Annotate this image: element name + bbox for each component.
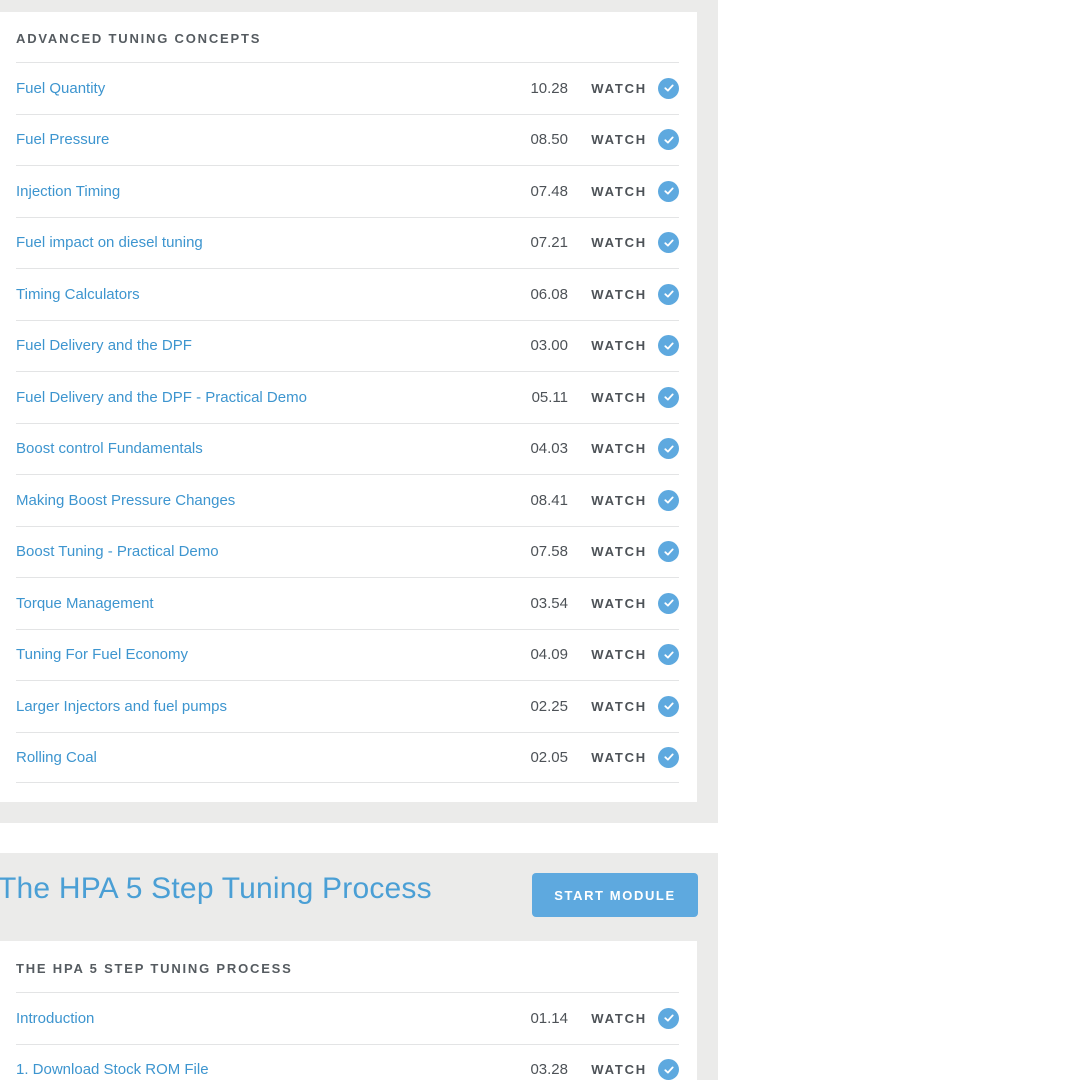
lesson-title-link[interactable]: Making Boost Pressure Changes bbox=[16, 492, 235, 509]
check-circle-icon bbox=[658, 1007, 679, 1029]
watch-link[interactable]: WATCH bbox=[591, 390, 647, 405]
lesson-duration: 04.09 bbox=[530, 646, 568, 664]
check-circle-icon bbox=[658, 77, 679, 99]
lesson-duration: 07.58 bbox=[530, 543, 568, 561]
lesson-title-link[interactable]: Tuning For Fuel Economy bbox=[16, 646, 188, 663]
lesson-title-link[interactable]: Introduction bbox=[16, 1010, 94, 1027]
check-circle-icon bbox=[658, 180, 679, 202]
module-title: The HPA 5 Step Tuning Process bbox=[0, 872, 432, 905]
lesson-title-link[interactable]: Timing Calculators bbox=[16, 286, 140, 303]
watch-link[interactable]: WATCH bbox=[591, 184, 647, 199]
check-circle-icon bbox=[658, 746, 679, 768]
lesson-row: Fuel Quantity 10.28 WATCH bbox=[16, 62, 679, 114]
watch-link[interactable]: WATCH bbox=[591, 441, 647, 456]
watch-link[interactable]: WATCH bbox=[591, 132, 647, 147]
lesson-title-link[interactable]: Boost Tuning - Practical Demo bbox=[16, 543, 219, 560]
lesson-row: Rolling Coal 02.05 WATCH bbox=[16, 731, 679, 783]
lesson-title-link[interactable]: Larger Injectors and fuel pumps bbox=[16, 698, 227, 715]
lesson-duration: 03.00 bbox=[530, 337, 568, 355]
lesson-row: Boost control Fundamentals 04.03 WATCH bbox=[16, 422, 679, 475]
check-circle-icon bbox=[658, 644, 679, 666]
lesson-duration: 08.41 bbox=[530, 491, 568, 509]
lesson-row: Introduction 01.14 WATCH bbox=[16, 992, 679, 1044]
watch-link[interactable]: WATCH bbox=[591, 596, 647, 611]
watch-link[interactable]: WATCH bbox=[591, 699, 647, 714]
lesson-list-advanced: Fuel Quantity 10.28 WATCH Fuel Pressure 08.5… bbox=[16, 62, 679, 783]
lesson-title-link[interactable]: Fuel Delivery and the DPF bbox=[16, 337, 192, 354]
watch-link[interactable]: WATCH bbox=[591, 287, 647, 302]
check-circle-icon bbox=[658, 232, 679, 254]
lesson-duration: 02.25 bbox=[530, 697, 568, 715]
lesson-row: 1. Download Stock ROM File 03.28 WATCH bbox=[16, 1043, 679, 1080]
lesson-title-link[interactable]: Rolling Coal bbox=[16, 749, 97, 766]
lesson-title-link[interactable]: 1. Download Stock ROM File bbox=[16, 1061, 209, 1078]
lesson-row: Torque Management 03.54 WATCH bbox=[16, 577, 679, 629]
watch-link[interactable]: WATCH bbox=[591, 647, 647, 662]
check-circle-icon bbox=[658, 1059, 679, 1080]
lesson-duration: 06.08 bbox=[530, 285, 568, 303]
check-circle-icon bbox=[658, 695, 679, 717]
check-circle-icon bbox=[658, 438, 679, 460]
check-circle-icon bbox=[658, 129, 679, 151]
lesson-title-link[interactable]: Torque Management bbox=[16, 595, 154, 612]
watch-link[interactable]: WATCH bbox=[591, 81, 647, 96]
lesson-row: Timing Calculators 06.08 WATCH bbox=[16, 268, 679, 320]
watch-link[interactable]: WATCH bbox=[591, 750, 647, 765]
start-module-button[interactable]: START MODULE bbox=[532, 873, 698, 917]
lesson-row: Fuel Pressure 08.50 WATCH bbox=[16, 113, 679, 166]
watch-link[interactable]: WATCH bbox=[591, 1011, 647, 1026]
lesson-title-link[interactable]: Fuel Delivery and the DPF - Practical De… bbox=[16, 389, 307, 406]
section-title-advanced: ADVANCED TUNING CONCEPTS bbox=[16, 31, 262, 46]
check-circle-icon bbox=[658, 592, 679, 614]
lesson-title-link[interactable]: Fuel impact on diesel tuning bbox=[16, 234, 203, 251]
lesson-duration: 07.21 bbox=[530, 234, 568, 252]
lesson-row: Larger Injectors and fuel pumps 02.25 WATC… bbox=[16, 680, 679, 732]
watch-link[interactable]: WATCH bbox=[591, 493, 647, 508]
watch-link[interactable]: WATCH bbox=[591, 338, 647, 353]
check-circle-icon bbox=[658, 283, 679, 305]
lesson-title-link[interactable]: Fuel Quantity bbox=[16, 80, 105, 97]
lesson-list-hpa: Introduction 01.14 WATCH 1. Download Stock … bbox=[16, 992, 679, 1080]
check-circle-icon bbox=[658, 386, 679, 408]
lesson-row: Fuel impact on diesel tuning 07.21 WATCH bbox=[16, 216, 679, 269]
lesson-title-link[interactable]: Injection Timing bbox=[16, 183, 120, 200]
lesson-title-link[interactable]: Fuel Pressure bbox=[16, 131, 109, 148]
lesson-duration: 07.48 bbox=[530, 182, 568, 200]
lesson-duration: 02.05 bbox=[530, 748, 568, 766]
lesson-row: Fuel Delivery and the DPF - Practical De… bbox=[16, 371, 679, 423]
lesson-duration: 10.28 bbox=[530, 79, 568, 97]
lesson-row: Fuel Delivery and the DPF 03.00 WATCH bbox=[16, 319, 679, 372]
lesson-duration: 01.14 bbox=[530, 1009, 568, 1027]
lesson-duration: 03.28 bbox=[530, 1061, 568, 1079]
watch-link[interactable]: WATCH bbox=[591, 544, 647, 559]
lesson-row: Injection Timing 07.48 WATCH bbox=[16, 165, 679, 217]
lesson-duration: 04.03 bbox=[530, 440, 568, 458]
check-circle-icon bbox=[658, 541, 679, 563]
lesson-row: Making Boost Pressure Changes 08.41 WATCH bbox=[16, 474, 679, 526]
check-circle-icon bbox=[658, 489, 679, 511]
check-circle-icon bbox=[658, 335, 679, 357]
section-title-hpa: THE HPA 5 STEP TUNING PROCESS bbox=[16, 961, 293, 976]
lesson-duration: 05.11 bbox=[531, 388, 568, 406]
course-page: ADVANCED TUNING CONCEPTS Fuel Quantity 10… bbox=[0, 0, 1080, 1080]
lesson-duration: 03.54 bbox=[530, 594, 568, 612]
watch-link[interactable]: WATCH bbox=[591, 235, 647, 250]
lesson-duration: 08.50 bbox=[530, 131, 568, 149]
lesson-title-link[interactable]: Boost control Fundamentals bbox=[16, 440, 203, 457]
watch-link[interactable]: WATCH bbox=[591, 1062, 647, 1077]
lesson-row: Tuning For Fuel Economy 04.09 WATCH bbox=[16, 628, 679, 681]
lesson-row: Boost Tuning - Practical Demo 07.58 WATCH bbox=[16, 525, 679, 578]
